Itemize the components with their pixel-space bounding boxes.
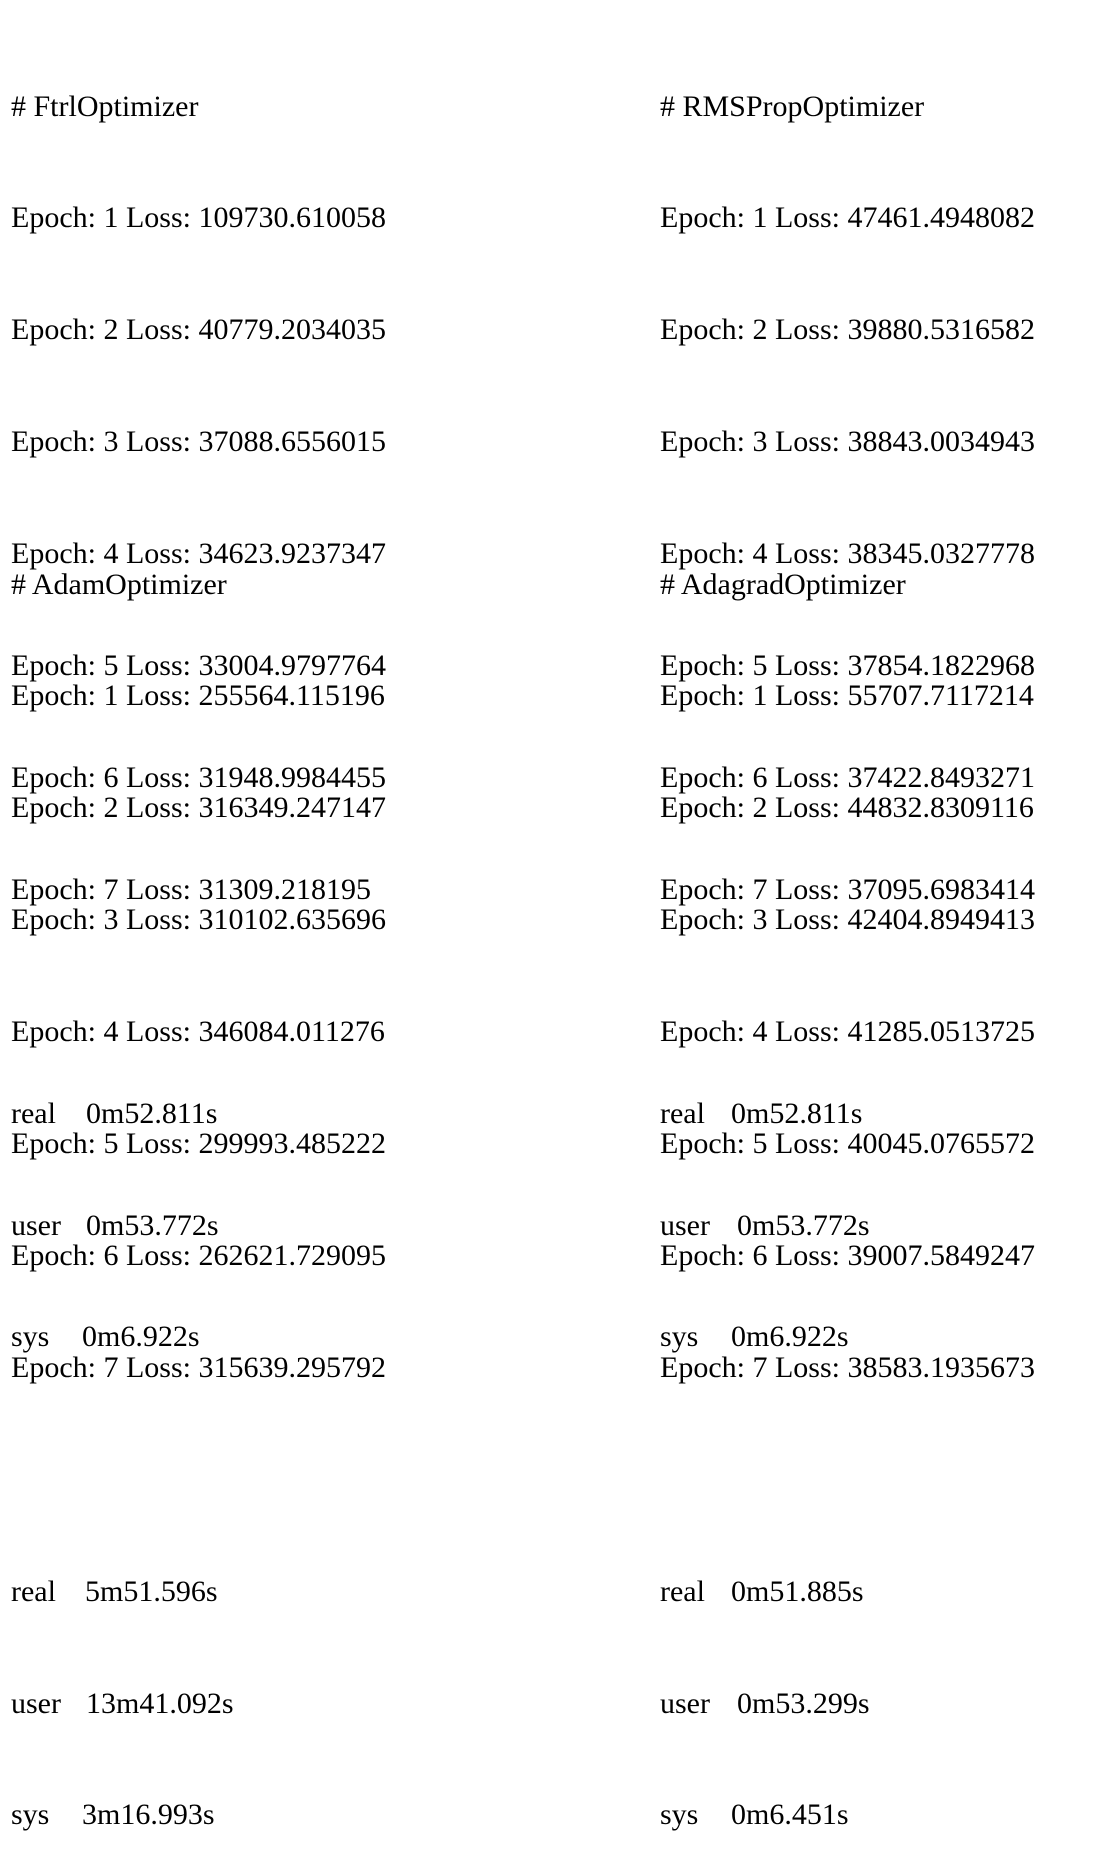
timing-label: real: [11, 1574, 56, 1608]
timing-label: sys: [660, 1798, 699, 1832]
block-title: # AdagradOptimizer: [660, 567, 906, 601]
epoch-line: Epoch: 2 Loss: 40779.2034035: [11, 313, 386, 347]
epoch-line: Epoch: 2 Loss: 316349.247147: [11, 791, 386, 825]
epoch-line: Epoch: 6 Loss: 262621.729095: [11, 1238, 386, 1272]
timing-real: real 5m51.596s: [11, 1573, 386, 1610]
timing-label: real: [660, 1574, 705, 1608]
epoch-line: Epoch: 5 Loss: 299993.485222: [11, 1127, 386, 1161]
timing-value: 0m51.885s: [731, 1574, 864, 1608]
epoch-line: Epoch: 4 Loss: 346084.011276: [11, 1015, 385, 1049]
adam-optimizer-block: # AdamOptimizer Epoch: 1 Loss: 255564.11…: [11, 491, 386, 1871]
epoch-line: Epoch: 3 Loss: 37088.6556015: [11, 425, 386, 459]
block-title: # AdamOptimizer: [11, 567, 227, 601]
epoch-line: Epoch: 6 Loss: 39007.5849247: [660, 1238, 1035, 1272]
epoch-line: Epoch: 3 Loss: 38843.0034943: [660, 425, 1035, 459]
timing-value: 3m16.993s: [82, 1798, 215, 1832]
adagrad-optimizer-block: # AdagradOptimizer Epoch: 1 Loss: 55707.…: [660, 491, 1035, 1871]
epoch-line: Epoch: 3 Loss: 310102.635696: [11, 903, 386, 937]
epoch-line: Epoch: 1 Loss: 55707.7117214: [660, 679, 1034, 713]
timing-user: user 13m41.092s: [11, 1685, 386, 1722]
timing-value: 0m53.299s: [737, 1686, 870, 1720]
epoch-line: Epoch: 4 Loss: 41285.0513725: [660, 1015, 1035, 1049]
block-title: # RMSPropOptimizer: [660, 89, 925, 123]
epoch-line: Epoch: 2 Loss: 44832.8309116: [660, 791, 1034, 825]
timing-real: real 0m51.885s: [660, 1573, 1035, 1610]
epoch-line: Epoch: 7 Loss: 315639.295792: [11, 1350, 386, 1384]
timing-value: 5m51.596s: [85, 1574, 218, 1608]
epoch-line: Epoch: 2 Loss: 39880.5316582: [660, 313, 1035, 347]
timing-value: 0m6.451s: [731, 1798, 849, 1832]
timing-label: user: [660, 1686, 710, 1720]
timing-sys: sys 3m16.993s: [11, 1796, 386, 1833]
timing-label: sys: [11, 1798, 50, 1832]
timing-label: user: [11, 1686, 61, 1720]
epoch-line: Epoch: 5 Loss: 40045.0765572: [660, 1127, 1035, 1161]
block-title: # FtrlOptimizer: [11, 89, 199, 123]
epoch-line: Epoch: 1 Loss: 109730.610058: [11, 201, 386, 235]
epoch-line: Epoch: 7 Loss: 38583.1935673: [660, 1350, 1035, 1384]
epoch-line: Epoch: 1 Loss: 47461.4948082: [660, 201, 1035, 235]
epoch-line: Epoch: 3 Loss: 42404.8949413: [660, 903, 1035, 937]
timing-value: 13m41.092s: [86, 1686, 234, 1720]
timing-user: user 0m53.299s: [660, 1685, 1035, 1722]
timing-sys: sys 0m6.451s: [660, 1796, 1035, 1833]
epoch-line: Epoch: 1 Loss: 255564.115196: [11, 679, 385, 713]
